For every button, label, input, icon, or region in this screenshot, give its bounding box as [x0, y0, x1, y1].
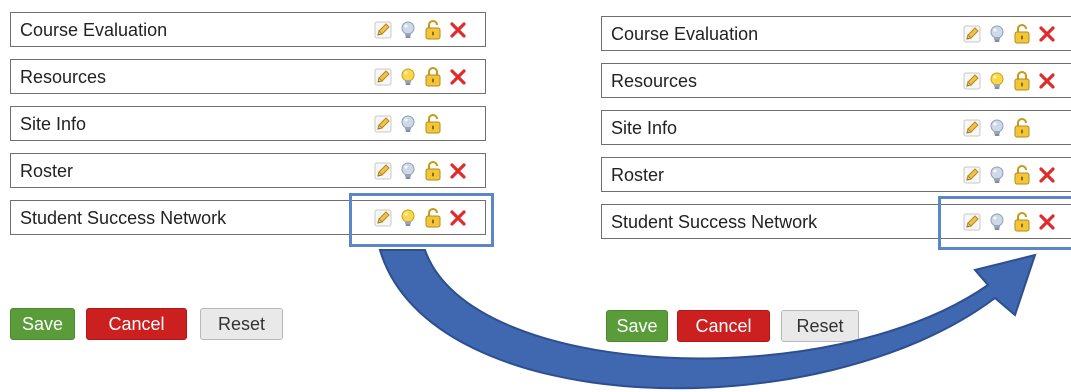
- tool-row-site-info: Site Info: [601, 110, 1071, 145]
- tool-row-roster: Roster: [601, 157, 1071, 192]
- lock-open-icon[interactable]: [423, 20, 443, 40]
- pencil-icon[interactable]: [373, 114, 393, 134]
- tool-label: Resources: [611, 71, 698, 91]
- lock-closed-icon[interactable]: [1012, 71, 1032, 91]
- cancel-button[interactable]: Cancel: [677, 310, 770, 342]
- delete-x-icon[interactable]: [448, 20, 468, 40]
- bulb-off-icon[interactable]: [398, 114, 418, 134]
- delete-x-icon[interactable]: [448, 67, 468, 87]
- row-actions: [962, 24, 1057, 44]
- row-actions: [373, 67, 468, 87]
- pencil-icon[interactable]: [373, 20, 393, 40]
- pencil-icon[interactable]: [373, 67, 393, 87]
- pencil-icon[interactable]: [962, 165, 982, 185]
- highlight-box: [938, 196, 1071, 250]
- tool-row-resources: Resources: [10, 59, 486, 94]
- tool-row-resources: Resources: [601, 63, 1071, 98]
- tool-row-course-evaluation: Course Evaluation: [10, 12, 486, 47]
- row-actions: [373, 114, 443, 134]
- tool-label: Roster: [611, 165, 665, 185]
- pencil-icon[interactable]: [373, 161, 393, 181]
- reset-button[interactable]: Reset: [200, 308, 283, 340]
- save-button[interactable]: Save: [10, 308, 75, 340]
- save-button[interactable]: Save: [606, 310, 668, 342]
- tool-label: Site Info: [20, 114, 87, 134]
- tool-label: Student Success Network: [611, 212, 818, 232]
- lock-open-icon[interactable]: [423, 114, 443, 134]
- bulb-off-icon[interactable]: [987, 118, 1007, 138]
- tool-label: Site Info: [611, 118, 678, 138]
- lock-open-icon[interactable]: [423, 161, 443, 181]
- bulb-off-icon[interactable]: [987, 165, 1007, 185]
- bulb-on-icon[interactable]: [987, 71, 1007, 91]
- highlight-box: [349, 193, 494, 247]
- delete-x-icon[interactable]: [1037, 71, 1057, 91]
- row-actions: [373, 20, 468, 40]
- row-actions: [962, 71, 1057, 91]
- row-actions: [962, 118, 1032, 138]
- tool-row-site-info: Site Info: [10, 106, 486, 141]
- row-actions: [962, 165, 1057, 185]
- bulb-off-icon[interactable]: [398, 20, 418, 40]
- tool-label: Student Success Network: [20, 208, 227, 228]
- pencil-icon[interactable]: [962, 71, 982, 91]
- lock-closed-icon[interactable]: [423, 67, 443, 87]
- tool-label: Course Evaluation: [611, 24, 759, 44]
- reset-button[interactable]: Reset: [781, 310, 859, 342]
- delete-x-icon[interactable]: [448, 161, 468, 181]
- delete-x-icon[interactable]: [1037, 165, 1057, 185]
- lock-open-icon[interactable]: [1012, 118, 1032, 138]
- tool-label: Course Evaluation: [20, 20, 168, 40]
- tool-label: Resources: [20, 67, 107, 87]
- bulb-off-icon[interactable]: [987, 24, 1007, 44]
- tool-label: Roster: [20, 161, 74, 181]
- pencil-icon[interactable]: [962, 118, 982, 138]
- bulb-off-icon[interactable]: [398, 161, 418, 181]
- lock-open-icon[interactable]: [1012, 24, 1032, 44]
- lock-open-icon[interactable]: [1012, 165, 1032, 185]
- delete-x-icon[interactable]: [1037, 24, 1057, 44]
- tool-row-roster: Roster: [10, 153, 486, 188]
- row-actions: [373, 161, 468, 181]
- cancel-button[interactable]: Cancel: [86, 308, 187, 340]
- tool-row-course-evaluation: Course Evaluation: [601, 16, 1071, 51]
- bulb-on-icon[interactable]: [398, 67, 418, 87]
- pencil-icon[interactable]: [962, 24, 982, 44]
